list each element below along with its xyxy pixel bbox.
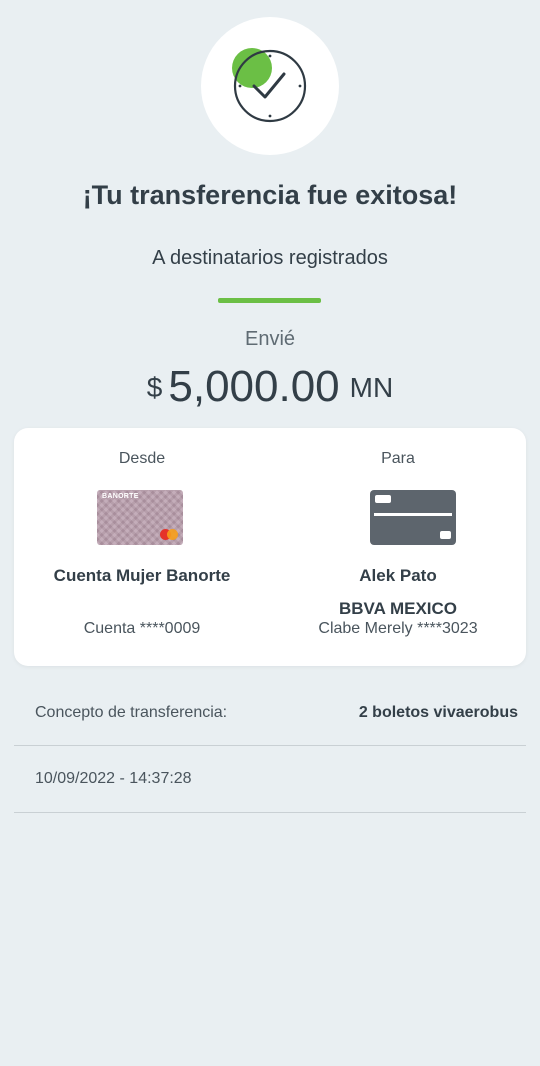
concept-row: Concepto de transferencia: 2 boletos viv… [14,686,526,746]
source-account-name: Cuenta Mujer Banorte [53,566,231,585]
credit-card-icon [370,490,456,545]
sent-label: Envié [244,328,296,350]
concept-value: 2 boletos vivaerobus [358,704,518,721]
destination-account: Para Alek Pato BBVA MEXICO Clabe Merely … [270,428,526,666]
recipient-account-number: Clabe Merely ****3023 [318,620,478,637]
check-clock-icon [232,48,307,123]
recipient-bank: BBVA MEXICO [338,599,458,618]
transfer-datetime: 10/09/2022 - 14:37:28 [35,770,192,787]
banorte-card-icon: BANORTE [97,490,183,545]
mastercard-icon [160,529,178,540]
recipient-name: Alek Pato [359,566,437,585]
from-label: Desde [118,450,166,467]
concept-label: Concepto de transferencia: [35,704,228,721]
amount-value: 5,000.00 [168,362,340,411]
success-badge [201,17,339,155]
currency-symbol: $ [146,372,163,403]
accent-divider [218,298,321,303]
success-title: ¡Tu transferencia fue exitosa! [82,180,458,210]
amount-display: $5,000.00 MN [0,362,540,412]
to-label: Para [381,450,415,467]
source-account: Desde BANORTE Cuenta Mujer Banorte Cuent… [14,428,270,666]
source-account-number: Cuenta ****0009 [83,620,201,637]
transfer-type-subtitle: A destinatarios registrados [152,247,388,269]
transfer-summary-card: Desde BANORTE Cuenta Mujer Banorte Cuent… [14,428,526,666]
datetime-row: 10/09/2022 - 14:37:28 [14,750,526,813]
bank-card-brand: BANORTE [102,493,139,500]
currency-unit: MN [349,372,394,403]
